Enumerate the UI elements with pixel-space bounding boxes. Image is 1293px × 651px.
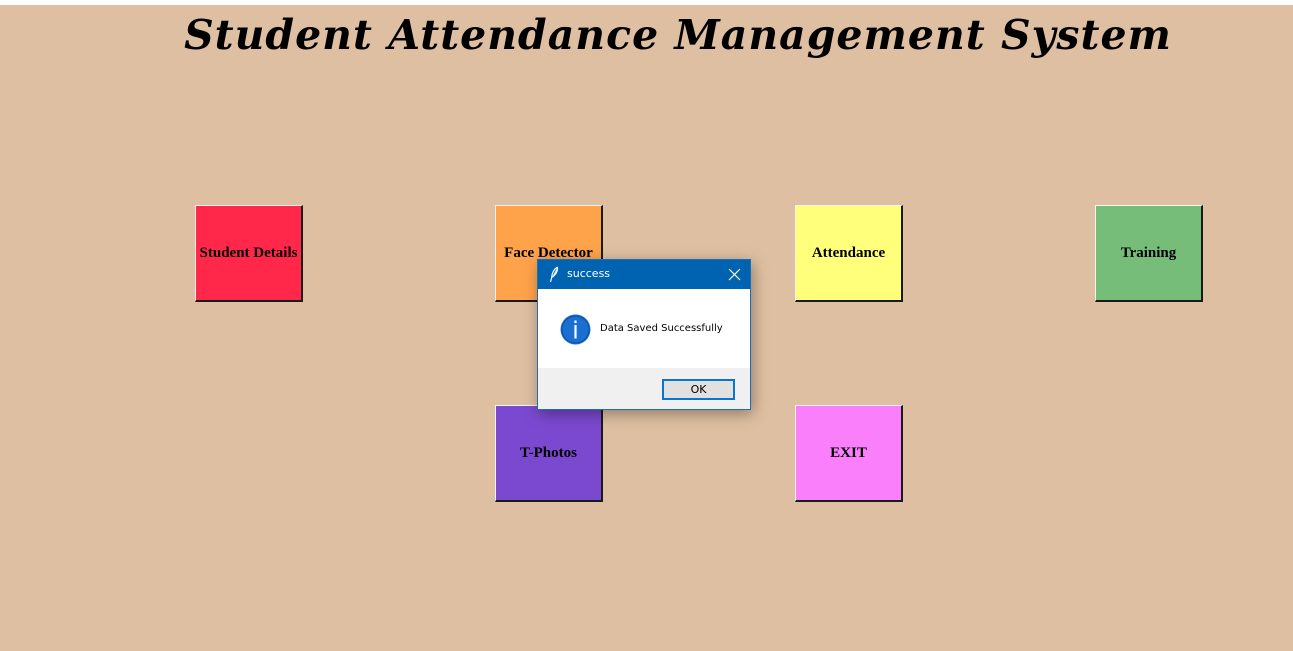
close-icon[interactable] <box>728 268 741 281</box>
app-title: Student Attendance Management System <box>184 11 1172 59</box>
dialog-title: success <box>567 267 611 280</box>
dialog-message: Data Saved Successfully <box>600 323 723 334</box>
dialog-footer: OK <box>538 368 750 409</box>
t-photos-button[interactable]: T-Photos <box>495 405 603 502</box>
ok-button[interactable]: OK <box>662 379 735 400</box>
info-icon <box>560 314 591 345</box>
student-details-button[interactable]: Student Details <box>195 205 303 302</box>
exit-button[interactable]: EXIT <box>795 405 903 502</box>
training-button[interactable]: Training <box>1095 205 1203 302</box>
attendance-button[interactable]: Attendance <box>795 205 903 302</box>
dialog-titlebar[interactable]: success <box>538 260 750 289</box>
success-dialog: success Data Saved Successfully OK <box>537 259 751 410</box>
feather-icon <box>549 266 559 283</box>
dialog-body: Data Saved Successfully <box>538 289 750 368</box>
